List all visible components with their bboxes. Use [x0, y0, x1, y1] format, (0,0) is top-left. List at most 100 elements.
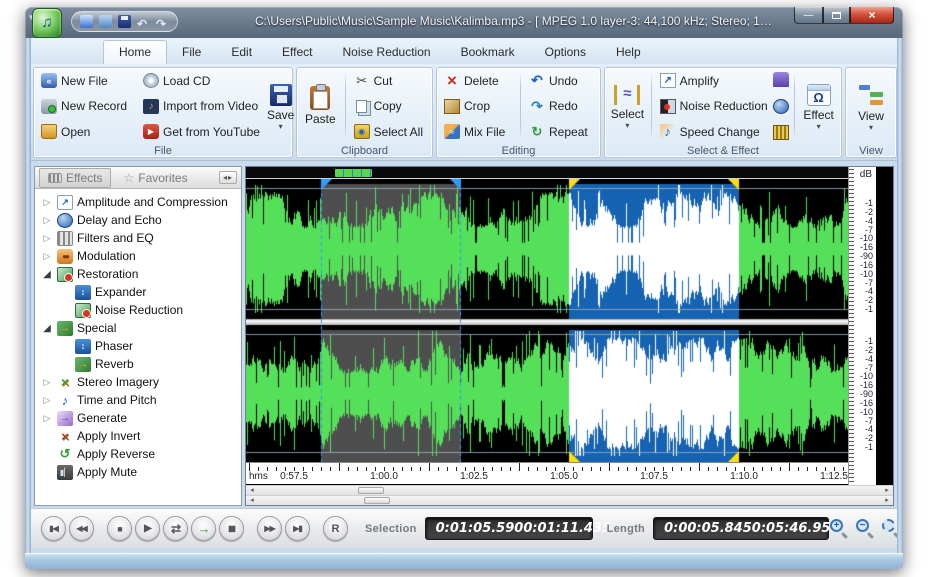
horizontal-scrollbar-1[interactable]: ◂ ▸ — [246, 485, 893, 495]
fast-forward-button[interactable]: ▶▶ — [257, 516, 282, 541]
tree-item-stereo-imagery[interactable]: ▷Stereo Imagery — [35, 373, 241, 391]
open-button[interactable]: Open — [38, 123, 130, 140]
tree-item-reverb[interactable]: Reverb — [35, 355, 241, 373]
crop-button[interactable]: Crop — [441, 98, 515, 115]
window-border-bottom — [25, 553, 903, 569]
play-forward-button[interactable]: → — [191, 516, 216, 541]
tab-favorites[interactable]: ☆ Favorites — [115, 169, 195, 187]
mute-icon — [57, 465, 73, 480]
tab-bookmark[interactable]: Bookmark — [446, 41, 530, 64]
import-file-icon[interactable] — [80, 15, 93, 28]
noise-reduction-button[interactable]: Noise Reduction — [657, 98, 769, 115]
save-icon[interactable] — [118, 15, 131, 28]
scrollbar-thumb[interactable] — [358, 487, 384, 494]
expand-arrow-icon[interactable]: ◢ — [41, 269, 53, 280]
skip-end-button[interactable]: ▶▮ — [285, 516, 310, 541]
select-button[interactable]: Select ▾ — [609, 70, 646, 142]
tab-effect[interactable]: Effect — [267, 41, 327, 64]
tree-item-apply-reverse[interactable]: Apply Reverse — [35, 445, 241, 463]
tree-item-phaser[interactable]: Phaser — [35, 337, 241, 355]
expand-arrow-icon[interactable]: ▷ — [41, 251, 53, 262]
expand-arrow-icon[interactable]: ▷ — [41, 395, 53, 406]
paste-button[interactable]: Paste — [301, 70, 340, 142]
scroll-right-icon[interactable]: ▸ — [881, 486, 893, 495]
scroll-left-icon[interactable]: ◂ — [246, 486, 258, 495]
equalizer-preset-icon[interactable] — [773, 72, 789, 87]
tree-item-restoration[interactable]: ◢Restoration — [35, 265, 241, 283]
tree-item-noise-reduction[interactable]: Noise Reduction — [35, 301, 241, 319]
waveform-canvas[interactable] — [246, 179, 848, 462]
panel-collapse-button[interactable]: ◂▸ — [219, 171, 237, 184]
play-button[interactable]: ▶ — [135, 516, 160, 541]
tab-noise-reduction[interactable]: Noise Reduction — [328, 41, 446, 64]
zoom-in-icon[interactable]: + — [829, 518, 850, 539]
scrollbar-thumb[interactable] — [364, 497, 390, 504]
tab-file[interactable]: File — [167, 41, 216, 64]
tree-item-amplitude-and-compression[interactable]: ▷Amplitude and Compression — [35, 193, 241, 211]
timer-icon[interactable] — [773, 99, 789, 114]
tab-options[interactable]: Options — [530, 41, 601, 64]
tab-edit[interactable]: Edit — [216, 41, 267, 64]
tree-item-delay-and-echo[interactable]: ▷Delay and Echo — [35, 211, 241, 229]
undo-icon[interactable] — [137, 15, 150, 28]
open-file-icon[interactable] — [99, 15, 112, 28]
scroll-left-icon[interactable]: ◂ — [246, 496, 258, 505]
tab-help[interactable]: Help — [601, 41, 656, 64]
tree-item-time-and-pitch[interactable]: ▷Time and Pitch — [35, 391, 241, 409]
save-button[interactable]: Save ▾ — [267, 70, 294, 142]
close-button[interactable]: × — [850, 7, 894, 24]
skip-start-button[interactable]: ▮◀ — [41, 516, 66, 541]
expand-arrow-icon[interactable]: ▷ — [41, 413, 53, 424]
selection-display[interactable]: 0:01:05.590 0:01:11.435 — [425, 517, 593, 540]
record-button[interactable]: R — [323, 516, 348, 541]
load-cd-button[interactable]: Load CD — [140, 72, 263, 89]
tree-item-generate[interactable]: ▷Generate — [35, 409, 241, 427]
cut-button[interactable]: Cut — [351, 72, 428, 89]
delete-button[interactable]: Delete — [441, 72, 515, 89]
view-button[interactable]: View ▾ — [850, 70, 892, 142]
zoom-selection-icon[interactable] — [881, 518, 897, 539]
rewind-button[interactable]: ◀◀ — [69, 516, 94, 541]
undo-button[interactable]: Undo — [526, 72, 596, 89]
expand-arrow-icon[interactable]: ◢ — [41, 323, 53, 334]
stop-button[interactable]: ■ — [107, 516, 132, 541]
scroll-right-icon[interactable]: ▸ — [881, 496, 893, 505]
expand-arrow-icon[interactable]: ▷ — [41, 377, 53, 388]
tree-item-filters-and-eq[interactable]: ▷Filters and EQ — [35, 229, 241, 247]
get-from-youtube-button[interactable]: Get from YouTube — [140, 123, 263, 140]
expand-arrow-icon[interactable]: ▷ — [41, 233, 53, 244]
length-display[interactable]: 0:00:05.845 0:05:46.959 — [653, 517, 829, 540]
select-all-button[interactable]: Select All — [351, 123, 428, 140]
import-from-video-button[interactable]: Import from Video — [140, 98, 263, 115]
expand-arrow-icon[interactable]: ▷ — [41, 197, 53, 208]
new-record-button[interactable]: New Record — [38, 98, 130, 115]
title-bar[interactable]: ♫ ▾ C:\Users\Public\Music\Sample Music\K… — [25, 7, 903, 38]
redo-button[interactable]: Redo — [526, 98, 596, 115]
tree-item-special[interactable]: ◢Special — [35, 319, 241, 337]
minimize-button[interactable]: — — [794, 7, 823, 24]
tab-effects[interactable]: Effects — [39, 168, 111, 188]
pause-button[interactable]: ▮▮ — [219, 516, 244, 541]
app-logo-icon: ♫ — [32, 8, 62, 38]
effect-button[interactable]: Effect ▾ — [800, 70, 837, 142]
new-file-button[interactable]: New File — [38, 72, 130, 89]
tree-item-apply-mute[interactable]: Apply Mute — [35, 463, 241, 481]
speed-change-button[interactable]: Speed Change — [657, 123, 769, 140]
redo-icon[interactable] — [156, 15, 169, 28]
amplify-button[interactable]: Amplify — [657, 72, 769, 89]
transport-bar: ▮◀◀◀■▶⇄→▮▮▶▶▶▮R Selection 0:01:05.590 0:… — [31, 508, 897, 548]
tree-item-modulation[interactable]: ▷Modulation — [35, 247, 241, 265]
wave-preset-icon[interactable] — [773, 125, 789, 140]
expand-arrow-icon[interactable]: ▷ — [41, 215, 53, 226]
overview-strip[interactable] — [246, 167, 848, 179]
tree-item-apply-invert[interactable]: Apply Invert — [35, 427, 241, 445]
horizontal-scrollbar-2[interactable]: ◂ ▸ — [246, 495, 893, 505]
copy-button[interactable]: Copy — [351, 98, 428, 115]
maximize-button[interactable] — [823, 7, 850, 24]
loop-button[interactable]: ⇄ — [163, 516, 188, 541]
tab-home[interactable]: Home — [103, 40, 167, 64]
zoom-out-icon[interactable]: − — [855, 518, 876, 539]
repeat-button[interactable]: Repeat — [526, 123, 596, 140]
tree-item-expander[interactable]: Expander — [35, 283, 241, 301]
mix-file-button[interactable]: Mix File — [441, 123, 515, 140]
